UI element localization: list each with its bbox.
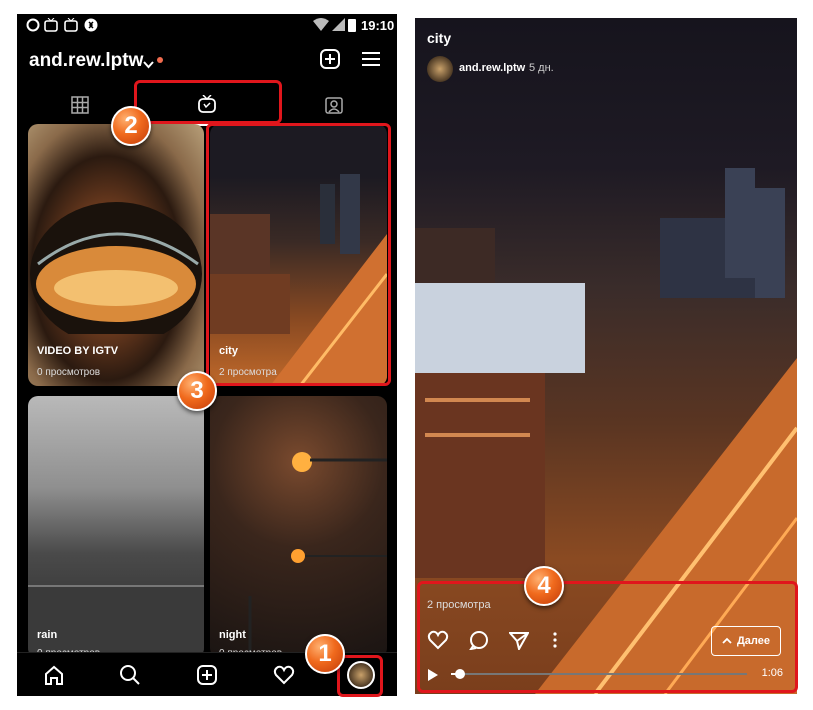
signal-icon xyxy=(332,18,346,35)
status-bar: 19:10 xyxy=(17,14,397,38)
video-tile[interactable]: VIDEO BY IGTV 0 просмотров xyxy=(28,124,204,386)
video-thumbnail xyxy=(248,452,387,658)
highlight-avatar xyxy=(337,655,383,697)
menu-icon[interactable] xyxy=(361,51,381,72)
post-age: 5 дн. xyxy=(529,62,554,74)
add-post-icon[interactable] xyxy=(193,661,221,689)
search-icon[interactable] xyxy=(116,661,144,689)
highlight-player-controls xyxy=(417,581,798,693)
video-title: city xyxy=(427,30,452,46)
notification-dot xyxy=(157,57,163,63)
callout-badge: 1 xyxy=(305,634,345,674)
heart-icon[interactable] xyxy=(270,661,298,689)
home-icon[interactable] xyxy=(40,661,68,689)
add-post-icon[interactable] xyxy=(320,49,340,74)
author-username[interactable]: and.rew.lptw xyxy=(459,62,525,74)
video-thumbnail xyxy=(30,202,202,334)
tile-title: night xyxy=(219,629,246,641)
tv-app-icon xyxy=(44,17,58,35)
tab-tagged[interactable] xyxy=(271,88,397,126)
profile-username[interactable]: and.rew.lptw xyxy=(29,50,143,72)
battery-icon xyxy=(348,18,356,35)
tile-views: 0 просмотров xyxy=(37,367,101,378)
avatar[interactable] xyxy=(427,56,453,82)
profile-header: and.rew.lptw xyxy=(17,38,397,86)
tile-title: rain xyxy=(37,629,58,641)
shazam-icon xyxy=(84,18,98,35)
wifi-icon xyxy=(313,18,329,35)
callout-badge: 2 xyxy=(111,106,151,146)
callout-badge: 4 xyxy=(524,566,564,606)
video-tile[interactable]: rain 0 просмотров xyxy=(28,396,204,658)
video-thumbnail xyxy=(28,585,204,658)
chevron-down-icon[interactable] xyxy=(143,56,154,74)
opera-icon xyxy=(26,18,40,35)
highlight-city-tile xyxy=(206,123,391,386)
tile-title: VIDEO BY IGTV xyxy=(37,345,119,357)
callout-badge: 3 xyxy=(177,371,217,411)
status-time: 19:10 xyxy=(361,18,395,33)
video-tile[interactable]: night 0 просмотров xyxy=(210,396,387,658)
tagged-icon xyxy=(325,96,343,119)
tv-app-icon xyxy=(64,17,78,35)
highlight-igtv-tab xyxy=(134,80,282,124)
grid-icon xyxy=(71,95,89,119)
